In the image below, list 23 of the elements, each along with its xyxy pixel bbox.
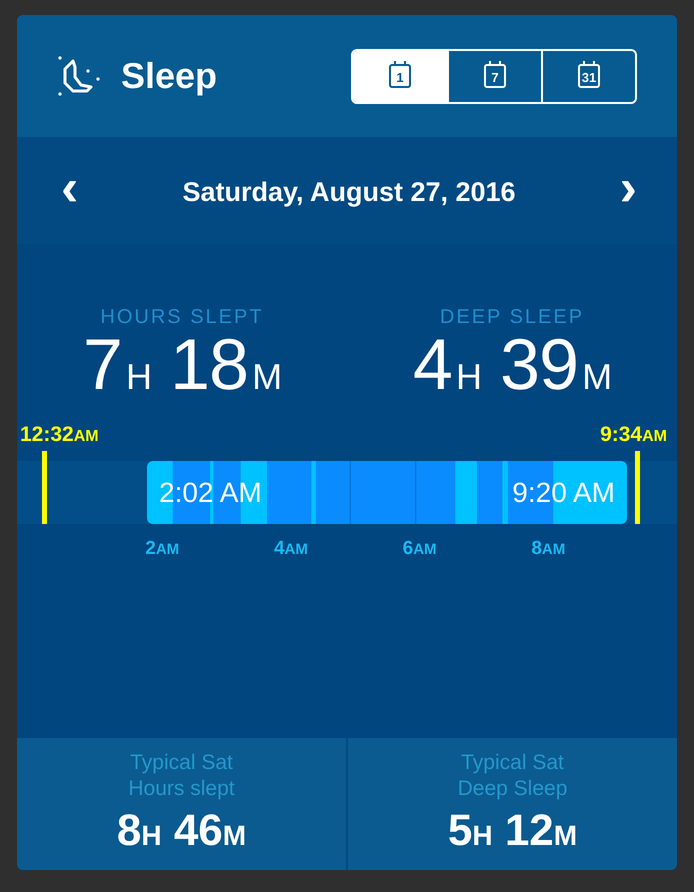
bed-time-label: 12:32AM <box>20 423 99 447</box>
hour-tick-label: 4AM <box>274 538 308 560</box>
wake-time-label: 9:34AM <box>600 423 667 447</box>
stat-label: DEEP SLEEP <box>440 306 584 329</box>
hour-tick-label: 6AM <box>402 538 437 560</box>
sleep-end-time: 9:20 AM <box>512 476 615 508</box>
stat-value: 4 H 39 M <box>412 329 612 401</box>
next-day-button[interactable]: › <box>616 162 641 222</box>
range-tab[interactable]: 7 <box>447 50 541 102</box>
range-tab[interactable]: 31 <box>541 50 635 102</box>
date-label: Saturday, August 27, 2016 <box>182 176 516 208</box>
hour-tick-label: 2AM <box>145 538 180 560</box>
page-title: Sleep <box>121 55 218 97</box>
sleep-start-time: 2:02 AM <box>159 476 262 508</box>
previous-day-button[interactable]: ‹ <box>57 162 82 222</box>
typical-label: Typical Sat Hours slept <box>128 750 235 802</box>
hour-tick-label: 8AM <box>531 538 566 560</box>
typical-value: 8H 46M <box>116 806 246 856</box>
typical-value: 5H 12M <box>448 806 578 856</box>
stat-label: HOURS SLEPT <box>100 306 264 329</box>
range-tab[interactable]: 1 <box>353 50 447 102</box>
stat-value: 7 H 18 M <box>82 329 282 401</box>
typical-label: Typical Sat Deep Sleep <box>458 750 568 802</box>
